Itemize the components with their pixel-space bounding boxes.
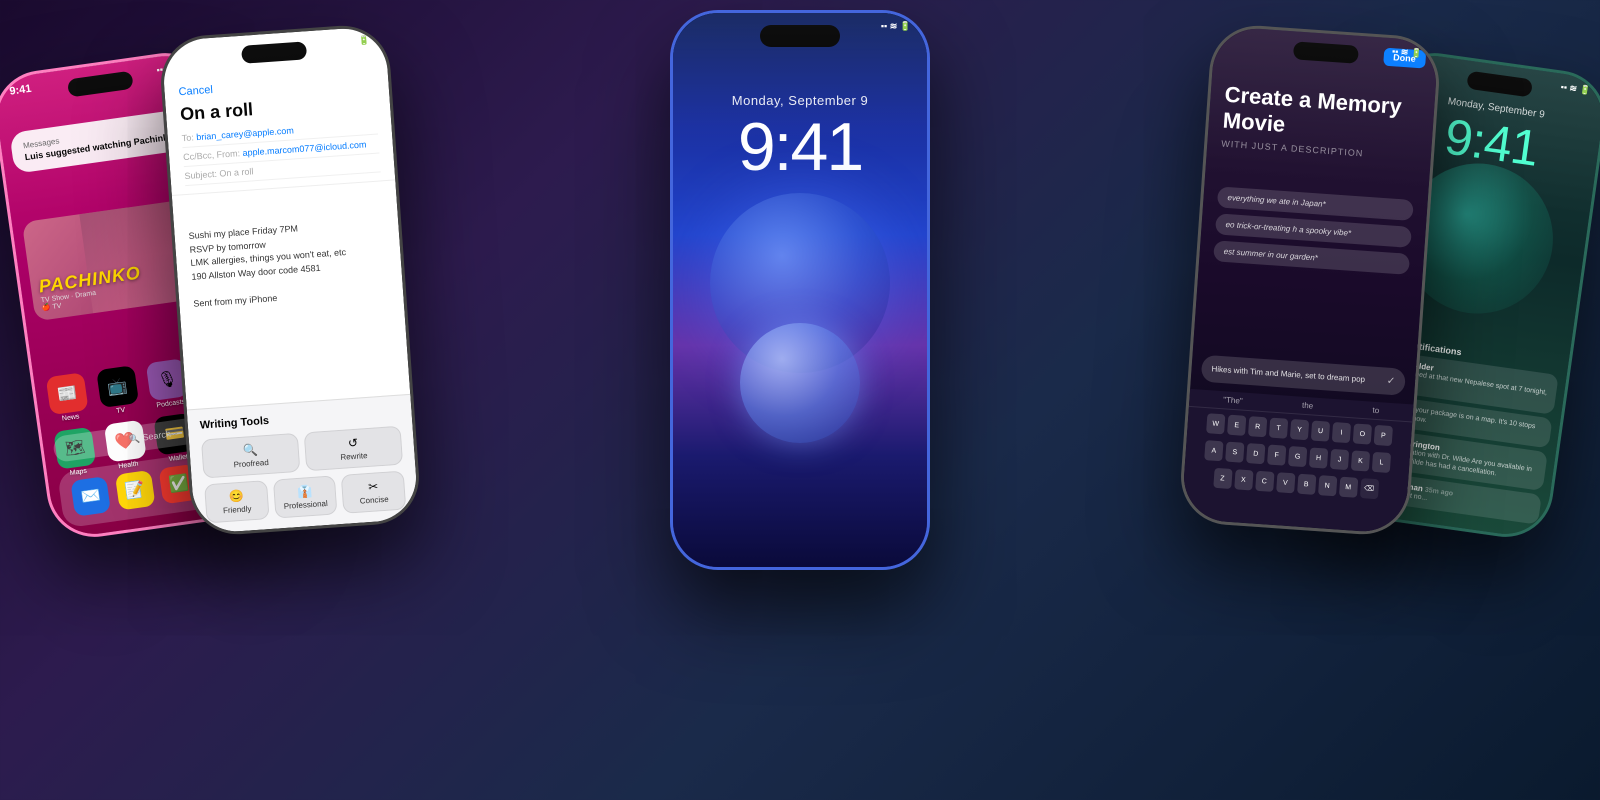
key-q[interactable]: W — [1206, 413, 1225, 434]
key-m[interactable]: M — [1338, 477, 1357, 498]
key-c[interactable]: C — [1255, 471, 1274, 492]
pred-word-1: "The" — [1223, 395, 1243, 405]
professional-label: Professional — [283, 499, 328, 511]
friendly-label: Friendly — [223, 504, 252, 515]
keyboard-4: "The" the to W E R T Y U I O P — [1181, 389, 1414, 534]
professional-btn[interactable]: 👔 Professional — [273, 475, 338, 518]
phone-3-wrapper: ▪▪ ≋ 🔋 Monday, September 9 9:41 — [670, 10, 930, 570]
phone-4-screen: ▪▪ ≋ 🔋 Done Create a Memory Movie WITH J… — [1181, 26, 1439, 534]
key-h[interactable]: H — [1309, 447, 1328, 468]
lock-bubble-container — [700, 193, 900, 443]
key-i[interactable]: O — [1353, 423, 1372, 444]
app-news[interactable]: 📰 News — [44, 372, 93, 424]
pred-word-2: the — [1302, 401, 1314, 411]
proofread-label: Proofread — [233, 458, 269, 469]
phone-4-wrapper: ▪▪ ≋ 🔋 Done Create a Memory Movie WITH J… — [1178, 23, 1442, 538]
dynamic-island-3 — [760, 25, 840, 47]
key-v[interactable]: V — [1276, 472, 1295, 493]
key-a[interactable]: A — [1204, 440, 1223, 461]
mail-to-value: brian_carey@apple.com — [196, 125, 294, 142]
writing-tools-panel: Writing Tools 🔍 Proofread ↺ Rewrite — [187, 394, 419, 534]
phone-2: 9:41 5G ≋ 🔋 Cancel On a roll To: brian_c… — [158, 23, 422, 538]
key-e[interactable]: R — [1248, 416, 1267, 437]
key-l[interactable]: L — [1372, 452, 1391, 473]
phone-3-screen: ▪▪ ≋ 🔋 Monday, September 9 9:41 — [673, 13, 927, 567]
rewrite-btn[interactable]: ↺ Rewrite — [304, 426, 403, 472]
bubble-inner — [740, 323, 860, 443]
rewrite-label: Rewrite — [340, 451, 368, 462]
chat-input-box[interactable]: Hikes with Tim and Marie, set to dream p… — [1201, 355, 1406, 396]
phone-3: ▪▪ ≋ 🔋 Monday, September 9 9:41 — [670, 10, 930, 570]
status-time-1: 9:41 — [9, 83, 32, 98]
key-f[interactable]: F — [1267, 445, 1286, 466]
search-text-1: 🔍 Search — [128, 428, 171, 445]
status-icons-2: 5G ≋ 🔋 — [333, 35, 369, 48]
proofread-icon: 🔍 — [242, 443, 258, 458]
key-j[interactable]: J — [1330, 449, 1349, 470]
concise-btn[interactable]: ✂ Concise — [341, 471, 406, 514]
app-podcasts-label: Podcasts — [156, 398, 185, 409]
key-x[interactable]: X — [1234, 469, 1253, 490]
status-time-2: 9:41 — [178, 47, 201, 61]
chat-bubbles-4: everything we ate in Japan* eo trick-or-… — [1213, 186, 1414, 280]
mail-body-area: Sushi my place Friday 7PM RSVP by tomorr… — [188, 216, 393, 358]
app-news-icon: 📰 — [46, 372, 89, 415]
status-icons-5: ▪▪ ≋ 🔋 — [1560, 82, 1591, 97]
status-icons-4: ▪▪ ≋ 🔋 — [1392, 46, 1423, 59]
key-g[interactable]: G — [1288, 446, 1307, 467]
key-u[interactable]: I — [1332, 422, 1351, 443]
mail-body: Sushi my place Friday 7PM RSVP by tomorr… — [188, 216, 389, 310]
friendly-icon: 😊 — [228, 489, 244, 504]
app-tv[interactable]: 📺 TV — [94, 365, 143, 417]
mail-header-2: Cancel On a roll To: brian_carey@apple.c… — [164, 64, 396, 196]
key-k[interactable]: K — [1351, 450, 1370, 471]
status-icons-3: ▪▪ ≋ 🔋 — [881, 21, 911, 32]
chat-input-area: Hikes with Tim and Marie, set to dream p… — [1201, 355, 1406, 396]
key-delete[interactable]: ⌫ — [1359, 478, 1378, 499]
professional-icon: 👔 — [297, 484, 313, 499]
app-news-label: News — [62, 413, 80, 422]
key-w[interactable]: E — [1227, 415, 1246, 436]
writing-tools-buttons-2: 😊 Friendly 👔 Professional ✂ Concise — [204, 471, 406, 524]
dock-notes[interactable]: 📝 — [115, 470, 156, 511]
app-tv-icon: 📺 — [96, 365, 139, 408]
concise-icon: ✂ — [368, 479, 379, 494]
key-y[interactable]: U — [1311, 420, 1330, 441]
key-s[interactable]: S — [1225, 442, 1244, 463]
app-tv-label: TV — [116, 407, 126, 415]
key-d[interactable]: D — [1246, 443, 1265, 464]
chat-input-text: Hikes with Tim and Marie, set to dream p… — [1211, 364, 1365, 384]
key-n[interactable]: N — [1318, 475, 1337, 496]
key-t[interactable]: Y — [1290, 419, 1309, 440]
lock-date-3: Monday, September 9 — [732, 93, 868, 108]
pred-word-3: to — [1372, 406, 1379, 415]
proofread-btn[interactable]: 🔍 Proofread — [201, 433, 300, 479]
dock-mail-icon: ✉️ — [71, 476, 112, 517]
memory-title-area: Create a Memory Movie WITH JUST A DESCRI… — [1221, 82, 1421, 162]
key-r[interactable]: T — [1269, 418, 1288, 439]
concise-label: Concise — [360, 495, 389, 506]
key-z[interactable]: Z — [1213, 468, 1232, 489]
phones-container: 9:41 ▪▪▪ ≋ 🔋 Messages Luis suggested wat… — [0, 0, 1600, 800]
phone-2-screen: 9:41 5G ≋ 🔋 Cancel On a roll To: brian_c… — [161, 26, 419, 534]
phone-2-wrapper: 9:41 5G ≋ 🔋 Cancel On a roll To: brian_c… — [158, 23, 422, 538]
memory-title-text: Create a Memory Movie — [1222, 82, 1421, 148]
friendly-btn[interactable]: 😊 Friendly — [204, 480, 269, 523]
key-b[interactable]: B — [1297, 474, 1316, 495]
writing-tools-buttons: 🔍 Proofread ↺ Rewrite — [201, 426, 403, 479]
dock-notes-icon: 📝 — [115, 470, 156, 511]
checkmark-icon: ✓ — [1386, 376, 1395, 388]
phone-4: ▪▪ ≋ 🔋 Done Create a Memory Movie WITH J… — [1178, 23, 1442, 538]
dock-mail[interactable]: ✉️ — [71, 476, 112, 517]
key-o[interactable]: P — [1374, 425, 1393, 446]
rewrite-icon: ↺ — [348, 436, 359, 451]
lock-time-3: 9:41 — [738, 108, 862, 186]
